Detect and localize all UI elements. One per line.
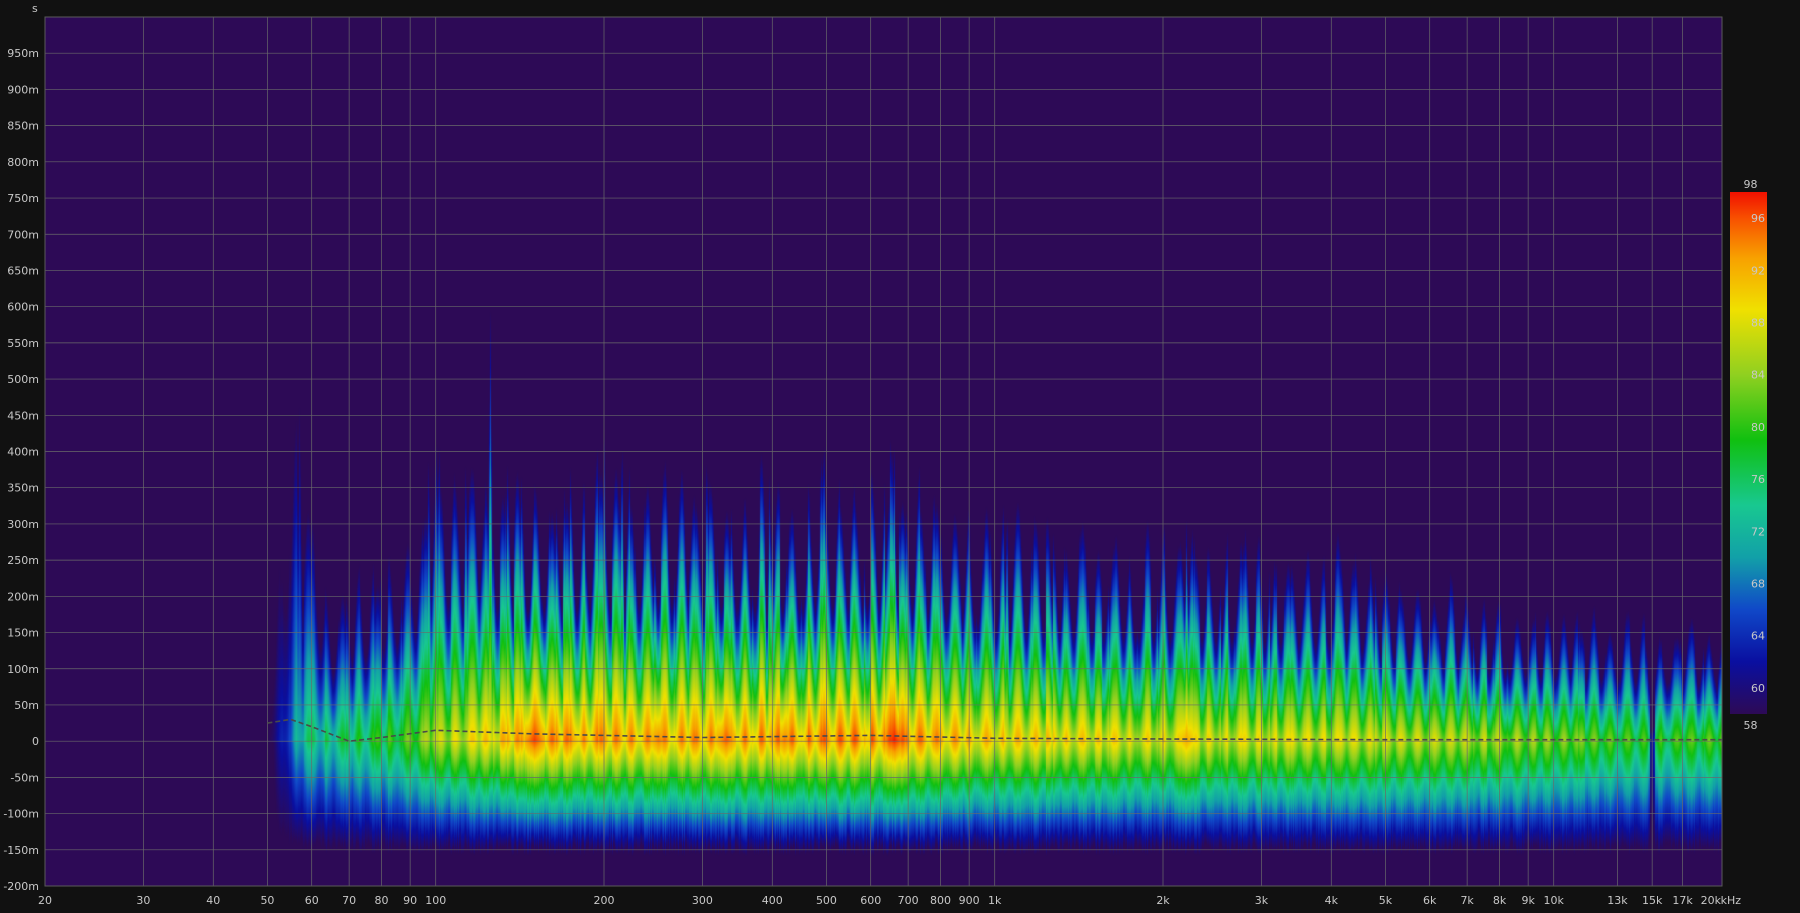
x-tick-label: 900	[959, 894, 980, 907]
colorbar-tick-label: 58	[1744, 719, 1758, 732]
y-tick-label: 400m	[7, 446, 39, 459]
x-tick-label: 8k	[1493, 894, 1507, 907]
x-tick-label: 7k	[1460, 894, 1474, 907]
x-unit-label: kHz	[1721, 894, 1742, 907]
x-tick-label: 13k	[1607, 894, 1628, 907]
x-tick-label: 50	[260, 894, 274, 907]
y-unit-label: s	[32, 2, 38, 15]
colorbar-tick-label: 72	[1751, 525, 1765, 538]
x-tick-label: 40	[206, 894, 220, 907]
y-tick-label: 700m	[7, 228, 39, 241]
x-tick-label: 500	[816, 894, 837, 907]
x-tick-label: 700	[898, 894, 919, 907]
y-tick-label: 300m	[7, 518, 39, 531]
x-tick-label: 600	[860, 894, 881, 907]
x-axis-ticks: 20 30 40 50 60 70 80 90 100 200 300 400 500 600 700 800…	[38, 894, 1722, 907]
y-tick-label: 100m	[7, 663, 39, 676]
spectrogram-chart: 20 30 40 50 60 70 80 90 100 200 300 400 500 600 700 800…	[3, 2, 1767, 907]
y-tick-label: 600m	[7, 301, 39, 314]
colorbar: 98 96 92 88 84 80 76 72 68 64 60 58	[1730, 178, 1767, 732]
y-tick-label: 150m	[7, 627, 39, 640]
y-tick-label: -100m	[3, 808, 39, 821]
x-tick-label: 6k	[1423, 894, 1437, 907]
x-tick-label: 80	[375, 894, 389, 907]
colorbar-tick-label: 84	[1751, 369, 1765, 382]
colorbar-tick-label: 80	[1751, 421, 1765, 434]
y-tick-label: 900m	[7, 83, 39, 96]
y-tick-label: -200m	[3, 880, 39, 893]
x-tick-label: 10k	[1544, 894, 1565, 907]
y-tick-label: 950m	[7, 47, 39, 60]
y-tick-label: 550m	[7, 337, 39, 350]
x-tick-label: 300	[692, 894, 713, 907]
colorbar-tick-label: 98	[1744, 178, 1758, 191]
x-tick-label: 60	[305, 894, 319, 907]
x-tick-label: 1k	[988, 894, 1002, 907]
colorbar-tick-label: 68	[1751, 578, 1765, 591]
x-tick-label: 17k	[1672, 894, 1693, 907]
x-tick-label: 15k	[1642, 894, 1663, 907]
y-tick-label: 800m	[7, 156, 39, 169]
colorbar-tick-label: 60	[1751, 682, 1765, 695]
y-tick-label: 500m	[7, 373, 39, 386]
y-tick-label: 750m	[7, 192, 39, 205]
y-tick-label: 50m	[14, 699, 39, 712]
y-tick-label: 250m	[7, 554, 39, 567]
y-tick-label: 850m	[7, 120, 39, 133]
colorbar-tick-label: 96	[1751, 212, 1765, 225]
x-tick-label: 2k	[1156, 894, 1170, 907]
y-tick-label: 350m	[7, 482, 39, 495]
x-tick-label: 90	[403, 894, 417, 907]
y-tick-label: -50m	[10, 771, 39, 784]
y-tick-label: 650m	[7, 264, 39, 277]
x-tick-label: 200	[594, 894, 615, 907]
y-tick-label: -150m	[3, 844, 39, 857]
x-tick-label: 5k	[1379, 894, 1393, 907]
x-tick-label: 800	[930, 894, 951, 907]
x-tick-label: 20	[38, 894, 52, 907]
colorbar-tick-label: 92	[1751, 264, 1765, 277]
y-axis-ticks: 950m 900m 850m 800m 750m 700m 650m 600m 550m 500m…	[3, 47, 39, 893]
y-tick-label: 200m	[7, 590, 39, 603]
x-tick-label: 3k	[1255, 894, 1269, 907]
x-tick-label: 100	[425, 894, 446, 907]
colorbar-tick-label: 88	[1751, 317, 1765, 330]
x-tick-label: 9k	[1521, 894, 1535, 907]
x-tick-label: 4k	[1325, 894, 1339, 907]
y-tick-label: 0	[32, 735, 39, 748]
x-tick-label: 20k	[1701, 894, 1722, 907]
colorbar-tick-label: 64	[1751, 630, 1765, 643]
colorbar-tick-label: 76	[1751, 473, 1765, 486]
x-tick-label: 70	[342, 894, 356, 907]
x-tick-label: 30	[136, 894, 150, 907]
y-tick-label: 450m	[7, 409, 39, 422]
x-tick-label: 400	[762, 894, 783, 907]
